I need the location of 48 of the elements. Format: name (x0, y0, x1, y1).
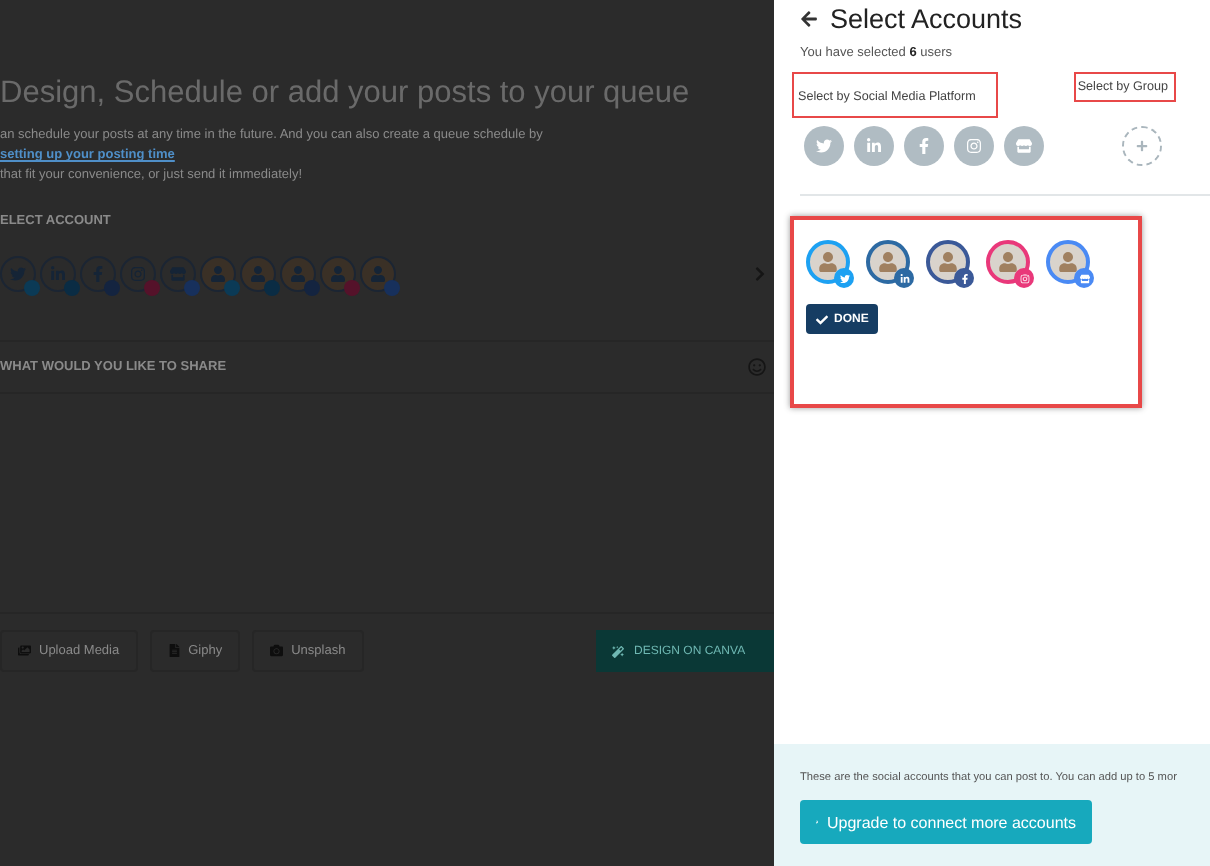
instagram-icon (130, 266, 146, 282)
person-icon (1058, 252, 1078, 272)
selected-avatar[interactable] (866, 240, 910, 284)
check-icon (816, 313, 828, 325)
person-icon (290, 266, 306, 282)
avatar[interactable] (200, 256, 236, 292)
facebook-icon (916, 138, 932, 154)
facebook-icon (90, 266, 106, 282)
linkedin-icon (50, 266, 66, 282)
facebook-filter-button[interactable] (904, 126, 944, 166)
avatar[interactable] (240, 256, 276, 292)
selected-avatar[interactable] (926, 240, 970, 284)
person-icon (250, 266, 266, 282)
person-icon (210, 266, 226, 282)
platform-account-button[interactable] (80, 256, 116, 292)
panel-title: Select Accounts (830, 4, 1023, 34)
person-icon (938, 252, 958, 272)
upgrade-button[interactable]: Upgrade to connect more accounts (800, 800, 1092, 844)
selected-avatar[interactable] (806, 240, 850, 284)
avatar[interactable] (280, 256, 316, 292)
image-icon (18, 644, 31, 658)
person-icon (818, 252, 838, 272)
camera-icon (270, 644, 284, 658)
avatar[interactable] (320, 256, 356, 292)
business-filter-button[interactable] (1004, 126, 1044, 166)
platform-account-button[interactable] (120, 256, 156, 292)
linkedin-icon (866, 138, 882, 154)
instagram-filter-button[interactable] (954, 126, 994, 166)
twitter-icon (10, 266, 26, 282)
platform-account-button[interactable] (0, 256, 36, 292)
twitter-icon (816, 138, 832, 154)
instagram-icon (966, 138, 982, 154)
add-group-button[interactable] (1122, 126, 1162, 166)
platform-account-button[interactable] (160, 256, 196, 292)
twitter-filter-button[interactable] (804, 126, 844, 166)
linkedin-filter-button[interactable] (854, 126, 894, 166)
file-icon (167, 644, 181, 658)
platform-account-button[interactable] (40, 256, 76, 292)
back-arrow-icon[interactable] (800, 10, 818, 28)
avatar[interactable] (360, 256, 396, 292)
person-icon (330, 266, 346, 282)
selected-avatar[interactable] (986, 240, 1030, 284)
person-icon (370, 266, 386, 282)
plus-icon (1136, 140, 1148, 152)
person-icon (878, 252, 898, 272)
person-icon (998, 252, 1018, 272)
selected-avatar[interactable] (1046, 240, 1090, 284)
composer-title: Design, Schedule or add your posts to your queue (0, 76, 692, 112)
